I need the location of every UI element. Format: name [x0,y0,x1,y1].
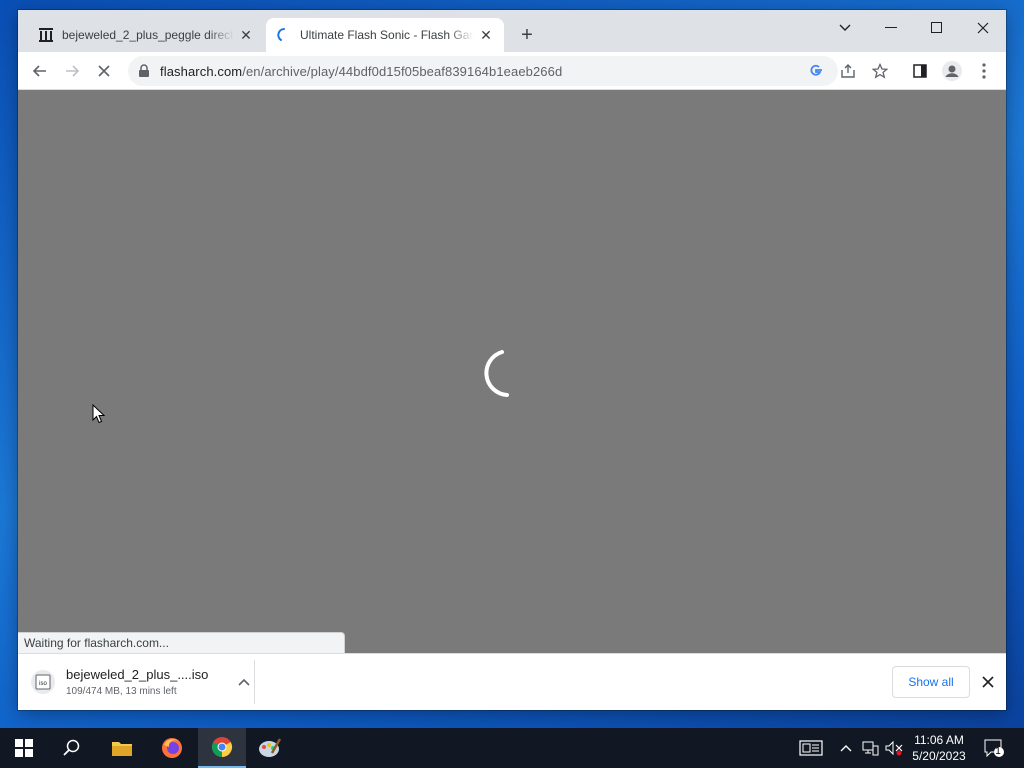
chevron-up-icon[interactable] [236,674,252,690]
minimize-button[interactable] [868,14,914,42]
start-button[interactable] [0,728,48,768]
close-window-button[interactable] [960,14,1006,42]
clock-time: 11:06 AM [914,733,964,747]
paint-app-icon[interactable] [246,728,294,768]
page-content: Waiting for flasharch.com... [18,90,1006,653]
tab-ultimate-flash-sonic[interactable]: Ultimate Flash Sonic - Flash Games ✕ [266,18,504,52]
forward-button[interactable] [58,57,86,85]
svg-text:iso: iso [39,681,47,687]
iso-file-icon: iso [31,670,55,694]
loading-spinner-icon [484,350,509,397]
close-tab-icon[interactable]: ✕ [238,27,254,43]
maximize-button[interactable] [914,14,960,42]
clock-date: 5/20/2023 [912,749,966,763]
archive-icon [38,27,54,43]
file-explorer-icon[interactable] [98,728,146,768]
volume-muted-icon[interactable] [884,738,904,758]
loading-icon [276,27,292,43]
lock-icon[interactable] [138,64,152,78]
back-button[interactable] [26,57,54,85]
chevron-up-tray-icon[interactable] [836,738,856,758]
browser-window: bejeweled_2_plus_peggle directory listin… [18,10,1006,710]
url-domain: flasharch.com [160,63,243,79]
download-status: 109/474 MB, 13 mins left [66,686,177,697]
tab-strip: bejeweled_2_plus_peggle directory listin… [18,10,1006,52]
stop-loading-button[interactable] [90,57,118,85]
url-text[interactable]: flasharch.com/en/archive/play/44bdf0d15f… [160,64,562,79]
google-lens-icon[interactable] [808,63,824,79]
download-item[interactable]: iso bejeweled_2_plus_....iso 109/474 MB,… [30,662,252,702]
bookmark-star-icon[interactable] [872,63,888,79]
tab-bejeweled-directory[interactable]: bejeweled_2_plus_peggle directory listin… [28,18,264,52]
share-icon[interactable] [840,63,856,79]
system-clock[interactable]: 11:06 AM 5/20/2023 [904,732,974,764]
mouse-cursor-icon [92,404,106,424]
taskbar: 11:06 AM 5/20/2023 1 [0,728,1024,768]
status-bubble: Waiting for flasharch.com... [18,632,345,653]
download-text: bejeweled_2_plus_....iso 109/474 MB, 13 … [66,667,230,697]
side-panel-icon[interactable] [912,63,928,79]
search-icon[interactable] [48,728,96,768]
download-filename: bejeweled_2_plus_....iso [66,667,209,682]
new-tab-button[interactable]: + [516,24,538,46]
chrome-icon[interactable] [198,728,246,768]
divider [254,660,255,704]
news-widget-icon[interactable] [798,738,824,758]
download-shelf: iso bejeweled_2_plus_....iso 109/474 MB,… [18,653,1006,710]
profile-avatar-icon[interactable] [942,61,962,81]
more-menu-icon[interactable] [976,63,992,79]
show-all-button[interactable]: Show all [892,666,970,698]
close-tab-icon[interactable]: ✕ [478,27,494,43]
firefox-icon[interactable] [148,728,196,768]
network-icon[interactable] [860,738,880,758]
notification-count: 1 [995,746,1001,757]
close-shelf-icon[interactable] [978,672,998,692]
tab-title: Ultimate Flash Sonic - Flash Games [300,28,474,42]
tab-search-chevron-icon[interactable] [822,14,868,42]
browser-toolbar: flasharch.com/en/archive/play/44bdf0d15f… [18,52,1006,90]
tab-title: bejeweled_2_plus_peggle directory listin… [62,28,234,42]
notification-center-icon[interactable]: 1 [982,738,1006,758]
address-bar[interactable]: flasharch.com/en/archive/play/44bdf0d15f… [128,56,838,86]
url-path: /en/archive/play/44bdf0d15f05beaf839164b… [242,63,563,79]
